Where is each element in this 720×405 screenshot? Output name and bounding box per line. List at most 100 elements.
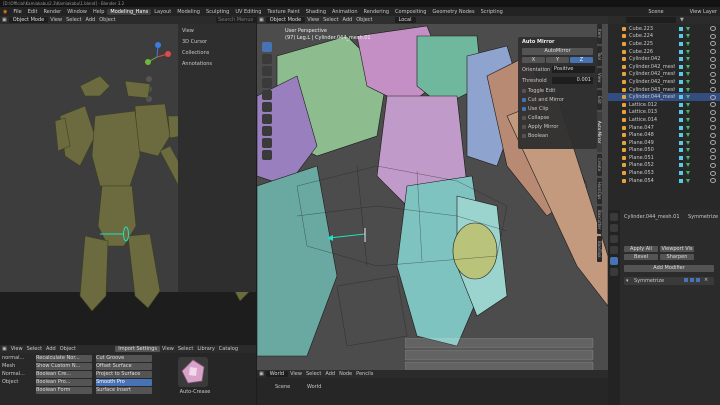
visibility-eye-icon[interactable] [710, 94, 716, 100]
add-modifier-button[interactable]: Add Modifier [624, 265, 714, 272]
tab-view[interactable]: View [597, 68, 602, 88]
bottom-menu-select[interactable]: Select [304, 371, 323, 377]
left-menu-add[interactable]: Add [84, 17, 98, 23]
left-viewport[interactable]: ▣ Object Mode View Select Add Object Sea… [0, 16, 256, 312]
editor-type-icon[interactable]: ▣ [257, 371, 266, 377]
mesh-data-icon[interactable] [686, 26, 690, 31]
visibility-eye-icon[interactable] [710, 79, 716, 85]
menu-render[interactable]: Render [40, 9, 64, 15]
mesh-data-icon[interactable] [686, 171, 690, 176]
editor-type-icon[interactable]: ▣ [257, 17, 266, 23]
boolean-crease-button[interactable]: Boolean Cre... [36, 371, 92, 378]
move-tool-icon[interactable] [262, 66, 272, 76]
outliner-item[interactable]: Plane.049 [608, 139, 720, 147]
show-custom-normals-button[interactable]: Show Custom N... [36, 363, 92, 370]
modifier-icon[interactable] [679, 57, 683, 62]
expand-icon[interactable]: ▾ [626, 278, 629, 284]
checkbox[interactable] [522, 133, 526, 138]
visibility-eye-icon[interactable] [710, 49, 716, 55]
modifier-icon[interactable] [679, 133, 683, 138]
editor-type-icon[interactable]: ▣ [0, 346, 9, 352]
tab-booltool[interactable]: BoolTool [597, 236, 602, 262]
surface-insert-button[interactable]: Surface Insert [96, 387, 152, 394]
axis-x-button[interactable]: X [522, 57, 545, 63]
lb-menu-view[interactable]: View [9, 346, 25, 352]
visibility-eye-icon[interactable] [710, 109, 716, 115]
scene-properties-icon[interactable] [610, 246, 618, 254]
visibility-eye-icon[interactable] [710, 56, 716, 62]
option-use-clip[interactable]: Use Clip [522, 106, 548, 112]
mesh-data-icon[interactable] [686, 95, 690, 100]
lb-menu-add[interactable]: Add [44, 346, 58, 352]
close-icon[interactable]: × [704, 277, 708, 283]
checkbox[interactable] [522, 115, 526, 120]
boolean-project-button[interactable]: Boolean Pro... [36, 379, 92, 386]
visibility-eye-icon[interactable] [710, 162, 716, 168]
panel-view[interactable]: View [182, 28, 194, 34]
lb-sidebar-item[interactable]: Normal... [2, 371, 26, 379]
scale-tool-icon[interactable] [262, 90, 272, 100]
modifier-name[interactable]: Symmetrize [634, 278, 664, 284]
workspace-tab-layout[interactable]: Layout [151, 9, 174, 15]
checkbox[interactable] [522, 124, 526, 129]
ab-menu-select[interactable]: Select [176, 346, 195, 352]
mesh-data-icon[interactable] [686, 64, 690, 69]
main-mode-dropdown[interactable]: Object Mode [265, 17, 306, 23]
outliner-search-input[interactable] [626, 17, 676, 23]
modifier-icon[interactable] [679, 117, 683, 122]
workspace-tab-rendering[interactable]: Rendering [361, 9, 393, 15]
visibility-eye-icon[interactable] [710, 71, 716, 77]
sharpen-button[interactable]: Sharpen [660, 254, 694, 260]
filter-icon[interactable]: ▼ [680, 17, 684, 23]
option-collapse[interactable]: Collapse [522, 115, 549, 121]
visibility-eye-icon[interactable] [710, 102, 716, 108]
outliner-item[interactable]: Plane.050 [608, 147, 720, 155]
modifier-icon[interactable] [679, 102, 683, 107]
panel-annotations[interactable]: Annotations [182, 61, 212, 67]
outliner-item[interactable]: Cube.225 [608, 40, 720, 48]
mesh-data-icon[interactable] [686, 148, 690, 153]
bottom-menu-node[interactable]: Node [337, 371, 354, 377]
project-to-surface-button[interactable]: Project to Surface [96, 371, 152, 378]
tab-boxcutter[interactable]: Boxcutter [597, 206, 602, 234]
outliner-item[interactable]: Cube.226 [608, 48, 720, 56]
menu-window[interactable]: Window [64, 9, 90, 15]
option-cut-and-mirror[interactable]: Cut and Mirror [522, 97, 564, 103]
modifier-icon[interactable] [679, 171, 683, 176]
visibility-eye-icon[interactable] [710, 33, 716, 39]
left-mode-dropdown[interactable]: Object Mode [8, 17, 49, 23]
cut-groove-button[interactable]: Cut Groove [96, 355, 152, 362]
mesh-data-icon[interactable] [686, 125, 690, 130]
modifier-icon[interactable] [679, 110, 683, 115]
outliner-item[interactable]: Plane.047 [608, 124, 720, 132]
modifier-properties-icon[interactable] [610, 257, 618, 265]
ab-menu-library[interactable]: Library [195, 346, 216, 352]
visibility-eye-icon[interactable] [710, 170, 716, 176]
mesh-data-icon[interactable] [686, 34, 690, 39]
select-box-tool-icon[interactable] [262, 42, 272, 52]
mesh-data-icon[interactable] [686, 87, 690, 92]
modifier-icon[interactable] [679, 140, 683, 145]
mesh-data-icon[interactable] [686, 49, 690, 54]
extra-tool-icon[interactable] [262, 150, 272, 160]
axis-y-button[interactable]: Y [546, 57, 569, 63]
mesh-data-icon[interactable] [686, 41, 690, 46]
workspace-tab-sculpting[interactable]: Sculpting [203, 9, 232, 15]
axis-z-button[interactable]: Z [570, 57, 593, 63]
threshold-field[interactable]: 0.001 [552, 77, 593, 84]
bottom-menu-view[interactable]: View [288, 371, 304, 377]
tab-hardops[interactable]: HardOps [597, 178, 602, 204]
outliner-item[interactable]: Lattice.014 [608, 116, 720, 124]
apply-all-button[interactable]: Apply All [624, 246, 658, 252]
scene-selector[interactable]: Scene [645, 9, 666, 15]
mesh-data-icon[interactable] [686, 140, 690, 145]
orientation-dropdown[interactable]: Positive [552, 66, 595, 73]
transform-orientation-dropdown[interactable]: Local [394, 17, 416, 23]
checkbox[interactable] [522, 88, 526, 93]
workspace-tab-shading[interactable]: Shading [303, 9, 329, 15]
measure-tool-icon[interactable] [262, 126, 272, 136]
outliner-item[interactable]: Cylinder.042_mesh.003 [608, 71, 720, 79]
outliner-item[interactable]: Cylinder.042 [608, 55, 720, 63]
outliner-item[interactable]: Plane.052 [608, 162, 720, 170]
mesh-data-icon[interactable] [686, 133, 690, 138]
